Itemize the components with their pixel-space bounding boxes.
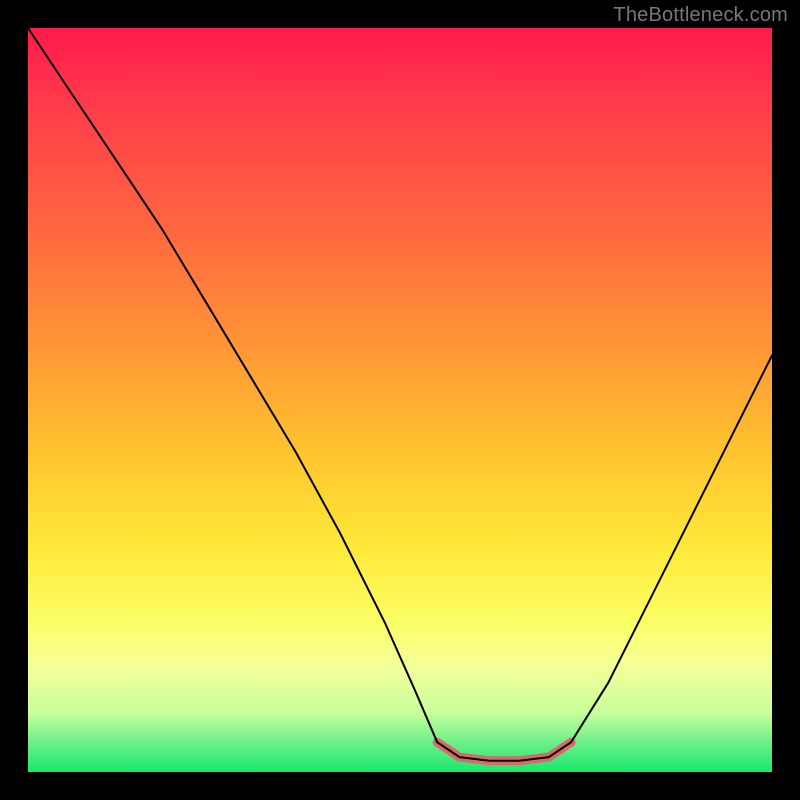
plot-area [28, 28, 772, 772]
chart-frame: TheBottleneck.com [0, 0, 800, 800]
bottleneck-curve [28, 28, 772, 772]
left-branch-path [28, 28, 437, 742]
basin-highlight-path [437, 742, 571, 761]
attribution-label: TheBottleneck.com [613, 4, 788, 27]
right-branch-path [571, 355, 772, 742]
